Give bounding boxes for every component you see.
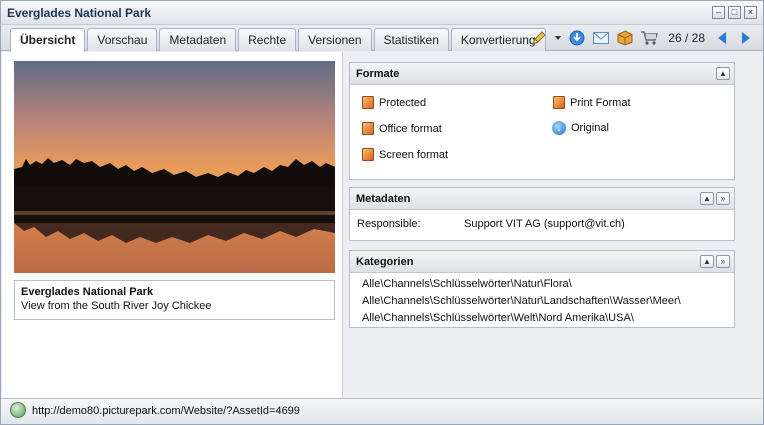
preview-pane: Everglades National Park View from the S… bbox=[2, 52, 343, 398]
caption-text: View from the South River Joy Chickee bbox=[21, 300, 212, 312]
category-item[interactable]: Alle\Channels\Schlüsselwörter\Welt\Nord … bbox=[362, 310, 734, 327]
format-label: Original bbox=[571, 122, 609, 134]
tab-versionen[interactable]: Versionen bbox=[298, 28, 372, 51]
close-button[interactable]: × bbox=[744, 6, 757, 19]
pager-counter: 26 / 28 bbox=[668, 31, 705, 45]
document-icon bbox=[362, 148, 374, 161]
globe-icon bbox=[10, 402, 26, 418]
content-area: Everglades National Park View from the S… bbox=[2, 52, 762, 398]
metadata-panel-title: Metadaten bbox=[356, 193, 411, 205]
metadata-value: Support VIT AG (support@vit.ch) bbox=[464, 218, 625, 230]
format-original[interactable]: ↓ Original bbox=[552, 121, 609, 135]
tab-bar: Übersicht Vorschau Metadaten Rechte Vers… bbox=[1, 25, 763, 52]
format-print[interactable]: Print Format bbox=[553, 96, 631, 109]
category-item[interactable]: Alle\Channels\Schlüsselwörter\Natur\Land… bbox=[362, 293, 734, 310]
collapse-button[interactable]: ▲ bbox=[700, 192, 714, 205]
collapse-button[interactable]: ▲ bbox=[716, 67, 730, 80]
formats-panel-header: Formate ▲ bbox=[350, 63, 734, 85]
format-label: Office format bbox=[379, 122, 442, 135]
title-bar: Everglades National Park – □ × bbox=[1, 1, 763, 25]
format-screen[interactable]: Screen format bbox=[362, 148, 448, 161]
tab-vorschau[interactable]: Vorschau bbox=[87, 28, 158, 51]
tabs: Übersicht Vorschau Metadaten Rechte Vers… bbox=[10, 28, 546, 52]
next-arrow-icon[interactable] bbox=[737, 29, 755, 47]
window-controls: – □ × bbox=[712, 6, 757, 19]
chevron-down-icon[interactable] bbox=[554, 29, 562, 47]
pencil-icon[interactable] bbox=[530, 29, 548, 47]
tab-statistiken[interactable]: Statistiken bbox=[373, 28, 449, 51]
format-label: Screen format bbox=[379, 148, 449, 161]
metadata-panel-header: Metadaten ▲ » bbox=[350, 188, 734, 210]
collapse-button[interactable]: ▲ bbox=[700, 255, 714, 268]
category-item[interactable]: Alle\Channels\Schlüsselwörter\Natur\Flor… bbox=[362, 276, 734, 293]
metadata-label: Responsible: bbox=[357, 218, 421, 230]
format-list: Protected Print Format Office format ↓ O… bbox=[350, 85, 734, 179]
metadata-panel: Metadaten ▲ » Responsible: Support VIT A… bbox=[349, 187, 735, 241]
formats-panel-title: Formate bbox=[356, 68, 400, 80]
document-icon bbox=[362, 96, 374, 109]
toolbar: 26 / 28 bbox=[530, 29, 755, 47]
mail-icon[interactable] bbox=[592, 29, 610, 47]
document-icon bbox=[362, 122, 374, 135]
status-url: http://demo80.picturepark.com/Website/?A… bbox=[32, 405, 300, 417]
asset-window: Everglades National Park – □ × Übersicht… bbox=[0, 0, 764, 425]
window-title: Everglades National Park bbox=[7, 6, 152, 20]
minimize-button[interactable]: – bbox=[712, 6, 725, 19]
tab-rechte[interactable]: Rechte bbox=[238, 28, 297, 51]
tab-uebersicht[interactable]: Übersicht bbox=[10, 28, 86, 52]
categories-panel-title: Kategorien bbox=[356, 256, 414, 268]
download-icon[interactable] bbox=[568, 29, 586, 47]
package-icon[interactable] bbox=[616, 29, 634, 47]
previous-arrow-icon[interactable] bbox=[713, 29, 731, 47]
maximize-button[interactable]: □ bbox=[728, 6, 741, 19]
download-icon: ↓ bbox=[552, 121, 566, 135]
expand-details-button[interactable]: » bbox=[716, 192, 730, 205]
document-icon bbox=[553, 96, 565, 109]
asset-preview-image[interactable] bbox=[14, 61, 335, 273]
categories-panel-buttons: ▲ » bbox=[700, 255, 730, 268]
formats-panel-buttons: ▲ bbox=[716, 67, 730, 80]
category-list: Alle\Channels\Schlüsselwörter\Natur\Flor… bbox=[350, 273, 734, 327]
metadata-panel-buttons: ▲ » bbox=[700, 192, 730, 205]
format-label: Print Format bbox=[570, 96, 631, 109]
categories-panel: Kategorien ▲ » Alle\Channels\Schlüsselwö… bbox=[349, 250, 735, 328]
status-bar: http://demo80.picturepark.com/Website/?A… bbox=[1, 398, 763, 424]
cart-icon[interactable] bbox=[640, 29, 659, 47]
format-label: Protected bbox=[379, 96, 427, 109]
format-office[interactable]: Office format bbox=[362, 122, 442, 135]
image-caption: Everglades National Park View from the S… bbox=[14, 280, 335, 320]
caption-title: Everglades National Park bbox=[21, 286, 154, 298]
metadata-row: Responsible: Support VIT AG (support@vit… bbox=[350, 210, 734, 240]
expand-details-button[interactable]: » bbox=[716, 255, 730, 268]
details-pane: Formate ▲ Protected Print Format Office … bbox=[344, 52, 762, 398]
formats-panel: Formate ▲ Protected Print Format Office … bbox=[349, 62, 735, 180]
tab-metadaten[interactable]: Metadaten bbox=[159, 28, 237, 51]
format-protected[interactable]: Protected bbox=[362, 96, 426, 109]
categories-panel-header: Kategorien ▲ » bbox=[350, 251, 734, 273]
